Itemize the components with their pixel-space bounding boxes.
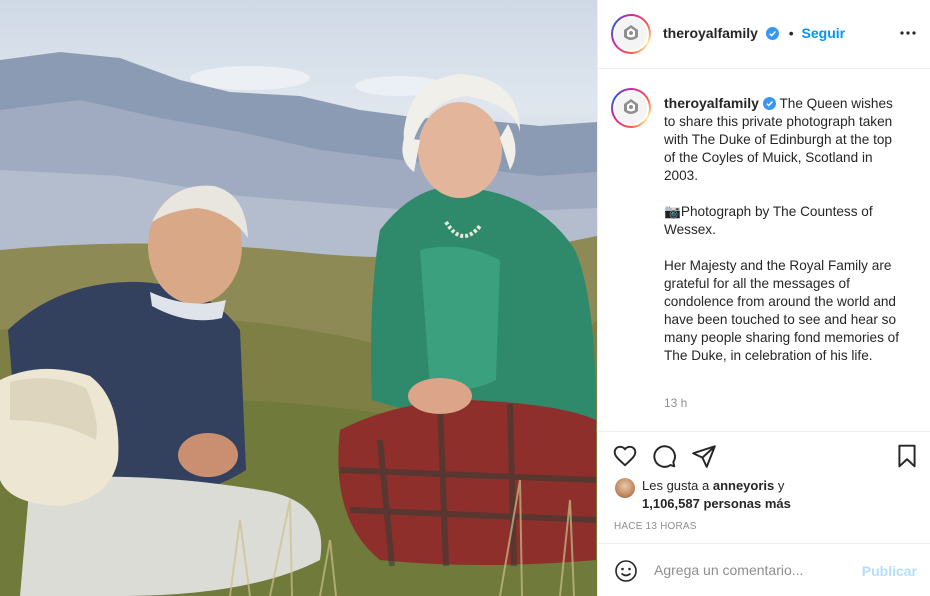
instagram-post: theroyalfamily • Seguir theroyalfamily T… xyxy=(0,0,930,596)
more-options-icon[interactable] xyxy=(899,24,917,42)
post-sidebar: theroyalfamily • Seguir theroyalfamily T… xyxy=(597,0,930,596)
avatar[interactable] xyxy=(611,14,651,54)
photo-scene xyxy=(0,52,597,596)
header-separator: • xyxy=(788,25,794,41)
likes-joiner: y xyxy=(777,478,785,493)
verified-badge-icon xyxy=(762,97,776,110)
comment-bar: Publicar xyxy=(598,543,930,596)
post-caption: theroyalfamily The Queen wishes to share… xyxy=(664,94,904,365)
royal-crest-icon xyxy=(615,92,647,124)
comment-icon[interactable] xyxy=(651,443,677,469)
likes-count-link[interactable]: 1,106,587 personas más xyxy=(642,496,791,511)
likes-prefix: Les gusta a xyxy=(642,478,710,493)
verified-badge-icon xyxy=(765,27,779,40)
post-timestamp[interactable]: HACE 13 HORAS xyxy=(614,521,697,532)
heart-icon[interactable] xyxy=(612,443,638,469)
post-photo[interactable] xyxy=(0,0,597,596)
header-username[interactable]: theroyalfamily xyxy=(663,25,758,41)
caption-body: The Queen wishes to share this private p… xyxy=(664,96,899,363)
caption-time: 13 h xyxy=(664,396,688,410)
bookmark-icon[interactable] xyxy=(894,443,920,469)
post-header: theroyalfamily • Seguir xyxy=(598,0,930,69)
royal-crest-icon xyxy=(615,18,647,50)
comment-input[interactable] xyxy=(654,562,854,578)
paper-plane-icon[interactable] xyxy=(691,443,717,469)
likes-summary: Les gusta a anneyoris y 1,106,587 person… xyxy=(642,477,791,513)
emoji-icon[interactable] xyxy=(614,559,638,583)
publish-button[interactable]: Publicar xyxy=(862,563,917,579)
caption-avatar[interactable] xyxy=(611,88,651,128)
caption-section: theroyalfamily The Queen wishes to share… xyxy=(598,70,930,431)
action-bar: Les gusta a anneyoris y 1,106,587 person… xyxy=(598,431,930,543)
follow-button[interactable]: Seguir xyxy=(802,25,846,41)
liked-by-user-link[interactable]: anneyoris xyxy=(713,478,774,493)
liker-avatar[interactable] xyxy=(615,478,635,498)
caption-username[interactable]: theroyalfamily xyxy=(664,95,759,111)
